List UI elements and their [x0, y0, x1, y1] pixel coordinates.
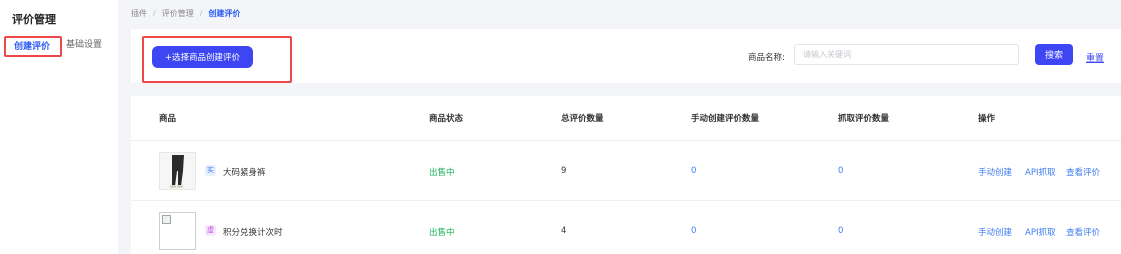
select-product-create-review-button[interactable]: +选择商品创建评价	[152, 46, 253, 68]
search-button[interactable]: 搜索	[1035, 44, 1073, 65]
sidebar-tab-create-review[interactable]: 创建评价	[4, 36, 62, 57]
product-name: 积分兑换计次时	[223, 228, 283, 238]
total-review-count: 4	[561, 226, 567, 236]
product-thumbnail	[159, 212, 196, 250]
product-type-badge: 实	[205, 165, 216, 176]
grabbed-review-count[interactable]: 0	[838, 226, 843, 236]
total-review-count: 9	[561, 166, 567, 176]
product-status: 出售中	[429, 228, 455, 238]
manual-review-count[interactable]: 0	[691, 166, 696, 176]
product-name-search-input[interactable]	[794, 44, 1019, 65]
table-row: 虚 积分兑换计次时 出售中 4 0 0 手动创建 API抓取 查看评价	[131, 200, 1121, 254]
legs-photo-icon	[160, 153, 195, 189]
breadcrumb-separator: /	[199, 9, 203, 18]
table-header: 商品 商品状态 总评价数量 手动创建评价数量 抓取评价数量 操作	[131, 96, 1121, 140]
manual-create-link[interactable]: 手动创建	[978, 166, 1012, 178]
broken-image-icon	[162, 215, 171, 224]
breadcrumb-separator: /	[153, 9, 156, 18]
product-thumbnail	[159, 152, 196, 190]
sidebar-tabs: 创建评价 基础设置	[0, 36, 118, 58]
view-reviews-link[interactable]: 查看评价	[1066, 166, 1100, 178]
main-content: 插件 / 评价管理 / 创建评价 +选择商品创建评价 商品名称: 搜索 重置 商品 商品…	[118, 0, 1121, 254]
api-grab-link[interactable]: API抓取	[1025, 166, 1055, 178]
toolbar: +选择商品创建评价 商品名称: 搜索 重置	[131, 29, 1121, 83]
breadcrumb-review-management[interactable]: 评价管理	[162, 9, 194, 18]
product-status: 出售中	[429, 168, 455, 178]
review-table: 商品 商品状态 总评价数量 手动创建评价数量 抓取评价数量 操作 实 大码紧身裤…	[131, 96, 1121, 254]
api-grab-link[interactable]: API抓取	[1025, 226, 1055, 238]
view-reviews-link[interactable]: 查看评价	[1066, 226, 1100, 238]
column-header-actions: 操作	[978, 114, 996, 124]
product-name: 大码紧身裤	[223, 168, 266, 178]
sidebar-title: 评价管理	[12, 13, 56, 26]
column-header-status: 商品状态	[429, 114, 464, 124]
column-header-total-reviews: 总评价数量	[561, 114, 604, 124]
grabbed-review-count[interactable]: 0	[838, 166, 843, 176]
table-row: 实 大码紧身裤 出售中 9 0 0 手动创建 API抓取 查看评价	[131, 140, 1121, 200]
breadcrumb-plugins[interactable]: 插件	[131, 9, 147, 18]
sidebar-tab-basic-settings[interactable]: 基础设置	[66, 36, 102, 57]
search-label: 商品名称:	[748, 53, 785, 63]
column-header-manual-reviews: 手动创建评价数量	[691, 114, 760, 124]
manual-review-count[interactable]: 0	[691, 226, 696, 236]
manual-create-link[interactable]: 手动创建	[978, 226, 1012, 238]
column-header-grabbed-reviews: 抓取评价数量	[838, 114, 890, 124]
reset-link[interactable]: 重置	[1086, 51, 1104, 64]
column-header-product: 商品	[159, 114, 177, 124]
breadcrumb-current: 创建评价	[208, 9, 241, 18]
sidebar: 评价管理 创建评价 基础设置	[0, 0, 118, 254]
breadcrumb: 插件 / 评价管理 / 创建评价	[131, 8, 240, 19]
app: 评价管理 创建评价 基础设置 插件 / 评价管理 / 创建评价 +选择商品创建评价 商品…	[0, 0, 1121, 254]
product-type-badge: 虚	[205, 225, 216, 236]
